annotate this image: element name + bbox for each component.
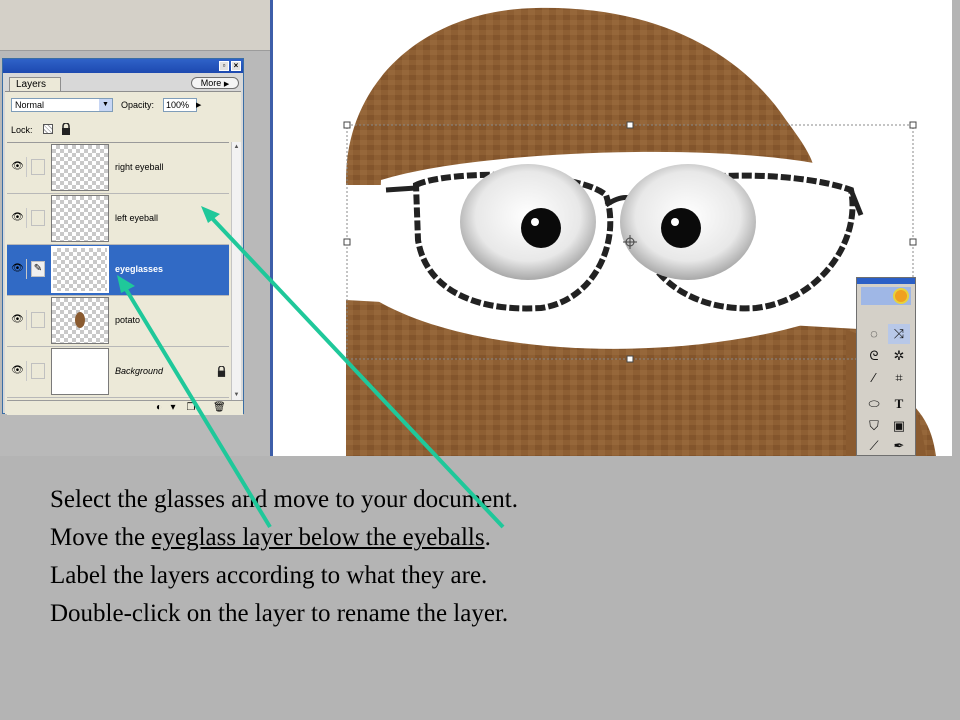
healing-brush-icon[interactable]: ⁄ <box>863 368 885 388</box>
pen-icon[interactable]: ✒ <box>888 436 910 456</box>
gradient-icon[interactable]: ▣ <box>888 416 910 436</box>
instruction-line-2-suffix: . <box>484 524 491 551</box>
toolbox: ◌ ⤨ ᘓ ✲ ⁄ ⌗ ⬭ T ⛉ ▣ ⟋ ✒ <box>856 277 916 456</box>
adjustment-layer-icon[interactable]: ◐ <box>153 402 165 414</box>
more-label: More <box>200 78 222 88</box>
eye-icon[interactable]: 👁 <box>9 157 27 177</box>
lock-icon <box>217 366 226 377</box>
type-icon[interactable]: T <box>888 394 910 414</box>
layer-row-background[interactable]: 👁 Background <box>7 347 229 398</box>
layer-row-right-eyeball[interactable]: 👁 right eyeball <box>7 143 229 194</box>
layer-name: eyeglasses <box>115 264 164 274</box>
scroll-down-icon[interactable]: ▼ <box>232 390 241 400</box>
palette-titlebar[interactable]: ▫ × <box>3 59 243 73</box>
photoshop-screenshot: ▫ × Layers More ▶ Normal ▼ Opacity: 100%… <box>0 0 952 456</box>
layer-thumbnail <box>51 195 109 242</box>
slide: ▫ × Layers More ▶ Normal ▼ Opacity: 100%… <box>0 0 960 720</box>
layer-link-box[interactable] <box>31 210 45 226</box>
layer-link-box[interactable] <box>31 312 45 328</box>
lasso-icon[interactable]: ᘓ <box>863 346 885 366</box>
blend-mode-value: Normal <box>15 100 45 110</box>
lock-icon[interactable] <box>61 123 71 135</box>
potato-thumbnail-icon <box>75 312 85 328</box>
instruction-line-1: Select the glasses and move to your docu… <box>50 486 518 513</box>
layer-link-box[interactable] <box>31 159 45 175</box>
instructions-text: Select the glasses and move to your docu… <box>50 481 930 633</box>
layer-name: right eyeball <box>115 162 164 172</box>
potato-artwork <box>343 7 936 456</box>
layer-name: left eyeball <box>115 213 159 223</box>
blend-mode-select[interactable]: Normal ▼ <box>11 98 113 112</box>
toolbox-titlebar[interactable] <box>857 278 915 284</box>
layer-row-eyeglasses[interactable]: 👁 ✎ eyeglasses <box>7 245 229 296</box>
eye-icon[interactable]: 👁 <box>9 259 27 279</box>
opacity-label: Opacity: <box>121 100 155 110</box>
document-canvas[interactable] <box>276 0 952 456</box>
layer-name: potato <box>115 315 141 325</box>
eye-icon[interactable]: 👁 <box>9 310 27 330</box>
layer-list: 👁 right eyeball 👁 left eyeball 👁 ✎ eyegl… <box>7 142 229 401</box>
new-layer-icon[interactable]: ❐ <box>185 402 197 414</box>
move-icon[interactable]: ⤨ <box>888 324 910 344</box>
layer-thumbnail <box>51 144 109 191</box>
close-icon[interactable]: × <box>231 61 241 71</box>
instruction-line-4: Double-click on the layer to rename the … <box>50 600 509 627</box>
instruction-line-2-prefix: Move the <box>50 524 152 551</box>
layer-link-box[interactable] <box>31 363 45 379</box>
marquee-icon[interactable]: ◌ <box>863 324 885 344</box>
chevron-down-icon[interactable]: ▼ <box>99 99 112 111</box>
layers-palette: ▫ × Layers More ▶ Normal ▼ Opacity: 100%… <box>2 58 244 415</box>
crop-icon[interactable]: ⌗ <box>888 368 910 388</box>
photoshop-logo[interactable] <box>861 287 911 305</box>
instruction-line-3: Label the layers according to what they … <box>50 562 488 589</box>
workspace-top-area <box>0 0 270 51</box>
opacity-arrow-icon[interactable]: ▶ <box>196 101 201 109</box>
lock-label: Lock: <box>11 125 33 135</box>
palette-body: Normal ▼ Opacity: 100% ▶ Lock: 👁 right e… <box>5 91 243 415</box>
brush-icon[interactable]: ⟋ <box>863 436 885 456</box>
glasses-band <box>376 151 866 349</box>
layer-row-potato[interactable]: 👁 potato <box>7 296 229 347</box>
more-button[interactable]: More ▶ <box>191 77 239 89</box>
layer-thumbnail <box>51 246 109 293</box>
minimize-icon[interactable]: ▫ <box>219 61 229 71</box>
instruction-line-2: Move the eyeglass layer below the eyebal… <box>50 519 930 557</box>
magic-wand-icon[interactable]: ✲ <box>888 346 910 366</box>
opacity-input[interactable]: 100% <box>163 98 197 112</box>
sunflower-icon <box>893 288 909 304</box>
eye-icon[interactable]: 👁 <box>9 361 27 381</box>
slice-icon[interactable]: ⬭ <box>863 394 885 414</box>
brush-icon[interactable]: ✎ <box>31 261 45 277</box>
eye-icon[interactable]: 👁 <box>9 208 27 228</box>
layer-thumbnail <box>51 348 109 395</box>
more-arrow-icon: ▶ <box>223 81 230 88</box>
trash-icon[interactable]: 🗑 <box>213 402 226 414</box>
folder-icon[interactable]: ▾ <box>167 402 179 414</box>
tab-layers[interactable]: Layers <box>9 77 61 91</box>
layer-list-scrollbar[interactable]: ▲ ▼ <box>231 142 241 400</box>
layer-name: Background <box>115 366 164 376</box>
paint-bucket-icon[interactable]: ⛉ <box>863 416 885 436</box>
window-divider <box>270 0 273 456</box>
lock-transparency-icon[interactable] <box>43 124 53 134</box>
layer-thumbnail <box>51 297 109 344</box>
palette-footer: ◐ ▾ ❐ 🗑 <box>7 400 243 415</box>
layer-row-left-eyeball[interactable]: 👁 left eyeball <box>7 194 229 245</box>
instruction-line-2-underlined: eyeglass layer below the eyeballs <box>151 524 485 551</box>
scroll-up-icon[interactable]: ▲ <box>232 142 241 152</box>
